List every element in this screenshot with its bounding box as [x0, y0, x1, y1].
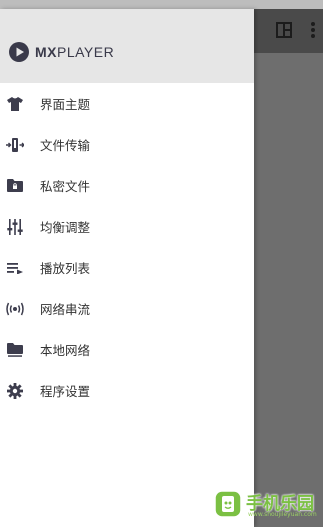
brand-player: PLAYER: [57, 44, 115, 60]
shirt-icon: [6, 95, 24, 113]
menu-item-label: 网络串流: [40, 302, 91, 317]
watermark-url: www.shoujileyuan.com: [248, 511, 317, 518]
menu-item-label: 本地网络: [40, 343, 91, 358]
brand-mx: MX: [35, 44, 57, 60]
private-folder-icon: [6, 177, 24, 195]
menu-item-label: 均衡调整: [40, 220, 91, 235]
local-network-icon: [6, 341, 24, 359]
menu-item-label: 私密文件: [40, 179, 91, 194]
navigation-drawer: MX PLAYER 界面主题 文件传输 私密文件 均衡调整 播放列表 网络串流 …: [0, 9, 254, 527]
background-content-scrim[interactable]: [254, 53, 323, 527]
menu-item-theme[interactable]: 界面主题: [0, 83, 254, 124]
screen: MX PLAYER 界面主题 文件传输 私密文件 均衡调整 播放列表 网络串流 …: [0, 0, 323, 527]
menu-item-label: 界面主题: [40, 97, 91, 112]
menu-item-network-stream[interactable]: 网络串流: [0, 288, 254, 329]
drawer-menu: 界面主题 文件传输 私密文件 均衡调整 播放列表 网络串流 本地网络 程序设置: [0, 83, 254, 411]
menu-item-label: 播放列表: [40, 261, 91, 276]
mx-player-logo: MX PLAYER: [9, 41, 114, 63]
watermark-text: 手机乐园: [246, 493, 314, 514]
menu-item-label: 文件传输: [40, 138, 91, 153]
more-vert-icon[interactable]: [310, 21, 316, 39]
menu-item-local-network[interactable]: 本地网络: [0, 329, 254, 370]
network-stream-icon: [6, 300, 24, 318]
watermark-logo-icon: [214, 490, 242, 518]
menu-item-private-files[interactable]: 私密文件: [0, 165, 254, 206]
menu-item-label: 程序设置: [40, 384, 91, 399]
menu-item-playlist[interactable]: 播放列表: [0, 247, 254, 288]
playlist-icon: [6, 259, 24, 277]
equalizer-icon: [6, 218, 24, 236]
drawer-header: MX PLAYER: [0, 9, 254, 83]
play-logo-icon: [9, 42, 29, 62]
menu-item-equalizer[interactable]: 均衡调整: [0, 206, 254, 247]
file-transfer-icon: [6, 136, 24, 154]
menu-item-settings[interactable]: 程序设置: [0, 370, 254, 411]
settings-gear-icon: [6, 382, 24, 400]
view-mode-icon[interactable]: [276, 22, 292, 38]
status-bar: [0, 0, 323, 9]
watermark: 手机乐园 www.shoujileyuan.com: [214, 486, 318, 522]
menu-item-file-transfer[interactable]: 文件传输: [0, 124, 254, 165]
background-toolbar: [254, 9, 323, 53]
